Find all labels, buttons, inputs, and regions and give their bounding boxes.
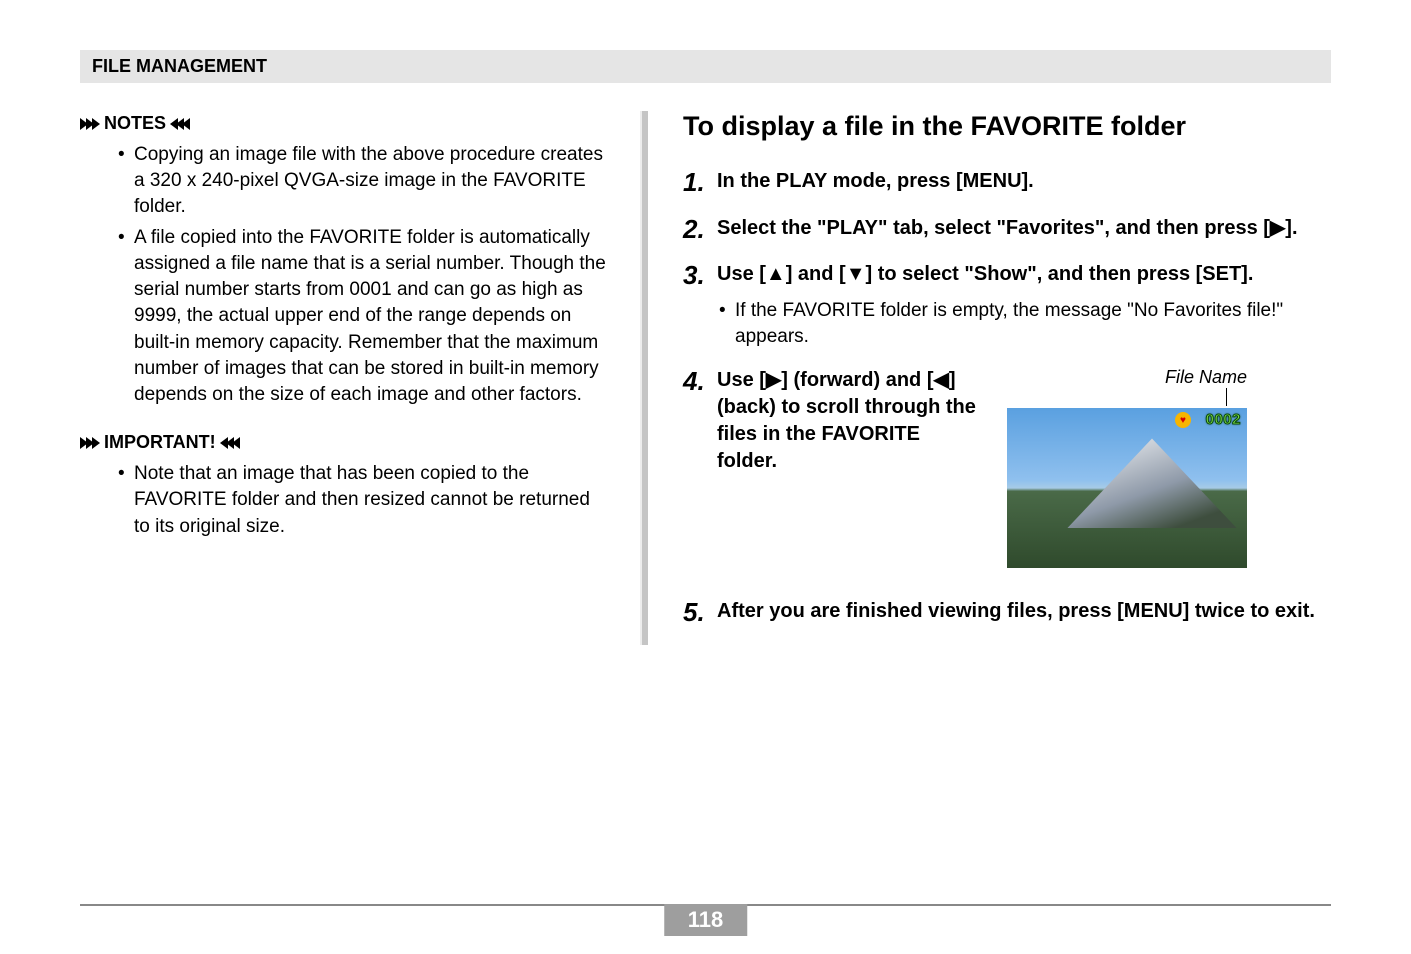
example-figure: File Name ♥ 0002 <box>1007 367 1247 568</box>
chevrons-right-icon <box>80 118 98 130</box>
important-item: Note that an image that has been copied … <box>118 461 610 540</box>
callout-line <box>1007 390 1247 408</box>
step-number: 2. <box>683 215 717 244</box>
notes-heading: NOTES <box>80 113 610 134</box>
chevrons-left-icon <box>222 437 240 449</box>
left-column: NOTES Copying an image file with the abo… <box>80 111 640 645</box>
figure-caption: File Name <box>1007 367 1247 388</box>
step-sublist: If the FAVORITE folder is empty, the mes… <box>717 298 1331 349</box>
important-heading: IMPORTANT! <box>80 432 610 453</box>
step-number: 5. <box>683 598 717 627</box>
step-text: Use [▶] (forward) and [◀] (back) to scro… <box>717 367 977 475</box>
page-footer: 118 <box>80 904 1331 906</box>
column-divider <box>640 111 648 645</box>
file-number-overlay: 0002 <box>1206 411 1241 428</box>
favorite-heart-icon: ♥ <box>1175 412 1191 428</box>
step-text: In the PLAY mode, press [MENU]. <box>717 168 1331 195</box>
chevrons-right-icon <box>80 437 98 449</box>
step-3: 3. Use [▲] and [▼] to select "Show", and… <box>683 261 1331 349</box>
section-header: FILE MANAGEMENT <box>80 50 1331 83</box>
step-text: Use [▲] and [▼] to select "Show", and th… <box>717 261 1331 288</box>
step-number: 3. <box>683 261 717 349</box>
step-2: 2. Select the "PLAY" tab, select "Favori… <box>683 215 1331 244</box>
step-4: 4. Use [▶] (forward) and [◀] (back) to s… <box>683 367 1331 568</box>
step-1: 1. In the PLAY mode, press [MENU]. <box>683 168 1331 197</box>
note-item: A file copied into the FAVORITE folder i… <box>118 225 610 409</box>
important-list: Note that an image that has been copied … <box>118 461 610 540</box>
step-text: After you are finished viewing files, pr… <box>717 598 1331 625</box>
note-item: Copying an image file with the above pro… <box>118 142 610 221</box>
chevrons-left-icon <box>172 118 190 130</box>
two-column-layout: NOTES Copying an image file with the abo… <box>80 111 1331 645</box>
notes-list: Copying an image file with the above pro… <box>118 142 610 408</box>
manual-page: FILE MANAGEMENT NOTES Copying an image f… <box>0 0 1411 954</box>
step-number: 1. <box>683 168 717 197</box>
step-text: Select the "PLAY" tab, select "Favorites… <box>717 215 1331 242</box>
mountain-shape <box>1067 438 1237 528</box>
step-number: 4. <box>683 367 717 568</box>
page-number: 118 <box>664 904 748 936</box>
important-heading-text: IMPORTANT! <box>104 432 216 453</box>
right-column: To display a file in the FAVORITE folder… <box>648 111 1331 645</box>
step-5: 5. After you are finished viewing files,… <box>683 598 1331 627</box>
procedure-heading: To display a file in the FAVORITE folder <box>683 111 1331 142</box>
notes-heading-text: NOTES <box>104 113 166 134</box>
sample-photo: ♥ 0002 <box>1007 408 1247 568</box>
step-subitem: If the FAVORITE folder is empty, the mes… <box>717 298 1331 349</box>
